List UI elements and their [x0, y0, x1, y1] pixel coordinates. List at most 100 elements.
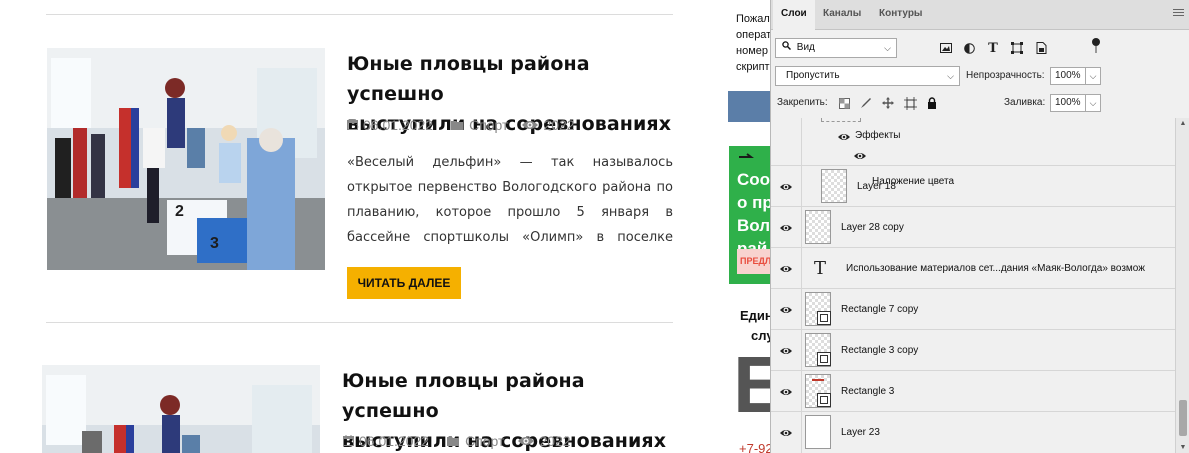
eye-icon[interactable]	[779, 221, 793, 235]
post-meta: 06.01.2022 Спорт 2022	[347, 117, 575, 133]
eye-icon[interactable]	[779, 344, 793, 358]
opacity-dropdown[interactable]: ⌵	[1085, 67, 1101, 85]
layer-row[interactable]: Layer 18	[771, 166, 1175, 207]
post-title-line[interactable]: Юные пловцы района успешно	[342, 366, 672, 426]
panel-menu-icon[interactable]	[1173, 9, 1184, 18]
post-image[interactable]: 3 2	[47, 48, 325, 270]
post-views: 2022	[543, 117, 575, 133]
fill-label: Заливка:	[1004, 97, 1046, 108]
calendar-icon	[343, 433, 354, 449]
sidebar-text-line: скрипт	[736, 61, 770, 73]
filter-type-icon[interactable]: T	[986, 41, 1000, 56]
layers-scrollbar[interactable]: ▲ ▼	[1175, 118, 1189, 453]
layer-name: Rectangle 3	[841, 386, 895, 397]
eye-icon[interactable]	[779, 303, 793, 317]
eye-icon[interactable]	[779, 385, 793, 399]
folder-icon	[447, 433, 460, 449]
lock-all-icon[interactable]	[925, 96, 939, 110]
fill-input[interactable]: 100%	[1050, 94, 1086, 112]
sidebar-text-line: номер	[736, 45, 768, 57]
layer-effects-row[interactable]: Эффекты	[771, 118, 1175, 145]
layer-filter-select[interactable]: Вид ⌵	[775, 38, 897, 58]
lock-pixels-icon[interactable]	[859, 96, 873, 110]
sidebar-blue-button[interactable]	[728, 91, 770, 122]
eye-icon	[522, 117, 539, 133]
post-category[interactable]: Спорт	[465, 433, 504, 449]
layer-name: Layer 28 copy	[841, 222, 904, 233]
folder-icon	[451, 117, 464, 133]
svg-text:2: 2	[175, 203, 184, 220]
top-divider	[46, 14, 673, 15]
scroll-up-icon[interactable]: ▲	[1176, 120, 1189, 127]
eye-icon[interactable]	[853, 149, 867, 163]
banner-line: Сооб	[737, 170, 770, 189]
text-layer-icon: T	[814, 258, 827, 279]
eye-icon[interactable]	[779, 180, 793, 194]
lock-label: Закрепить:	[777, 97, 828, 108]
read-more-button[interactable]: ЧИТАТЬ ДАЛЕЕ	[347, 267, 461, 299]
post-category[interactable]: Спорт	[469, 117, 508, 133]
layer-row[interactable]: Rectangle 3 copy	[771, 330, 1175, 371]
scrollbar-thumb[interactable]	[1179, 400, 1187, 436]
opacity-input[interactable]: 100%	[1050, 67, 1086, 85]
filter-pixel-icon[interactable]	[939, 41, 953, 55]
post-date: 06.01.2022	[363, 117, 434, 133]
fill-dropdown[interactable]: ⌵	[1085, 94, 1101, 112]
filter-kind-value: Вид	[796, 42, 815, 53]
layer-thumbnail	[805, 415, 831, 449]
tab-paths[interactable]: Контуры	[871, 0, 930, 30]
scroll-down-icon[interactable]: ▼	[1176, 444, 1189, 451]
layer-thumbnail	[805, 210, 831, 244]
vector-mask-icon	[817, 352, 831, 366]
post-image[interactable]	[42, 365, 320, 453]
svg-text:3: 3	[210, 235, 219, 252]
calendar-icon	[347, 117, 358, 133]
layer-row[interactable]: T Использование материалов сет...дания «…	[771, 248, 1175, 289]
layers-list: Эффекты Наложение цвета Layer 18 Layer 2…	[771, 118, 1175, 453]
layer-row[interactable]: Layer 23	[771, 412, 1175, 453]
vector-mask-icon	[817, 311, 831, 325]
chevron-down-icon: ⌵	[884, 43, 891, 53]
filter-toggle-switch[interactable]	[1092, 38, 1100, 54]
tab-layers[interactable]: Слои	[773, 0, 815, 31]
vector-mask-icon	[817, 393, 831, 407]
post-meta: 06.01.2022 Спорт 2022	[343, 433, 571, 449]
layer-row[interactable]: Rectangle 7 copy	[771, 289, 1175, 330]
layer-name: Rectangle 3 copy	[841, 345, 919, 356]
layers-panel: Слои Каналы Контуры Вид ⌵ T Пропустить ⌵…	[770, 0, 1189, 453]
layer-effect-row[interactable]: Наложение цвета	[771, 145, 1175, 187]
layer-thumbnail	[821, 169, 847, 203]
sidebar-big-letter: Е	[733, 345, 770, 420]
lock-artboard-icon[interactable]	[903, 96, 917, 110]
sidebar-text-line: операт	[736, 29, 770, 41]
filter-shape-icon[interactable]	[1010, 41, 1024, 55]
post-date: 06.01.2022	[359, 433, 430, 449]
blend-mode-value: Пропустить	[786, 70, 840, 81]
filter-smart-object-icon[interactable]	[1034, 41, 1048, 55]
chevron-down-icon: ⌵	[947, 71, 954, 81]
eye-icon[interactable]	[779, 262, 793, 276]
logo-icon	[739, 153, 754, 158]
eye-icon[interactable]	[779, 426, 793, 440]
post-title-line[interactable]: Юные пловцы района успешно	[347, 49, 677, 109]
sidebar-text-line: Пожал	[736, 13, 770, 25]
banner-tag: ПРЕДЛ	[737, 249, 770, 274]
layer-name: Эффекты	[855, 130, 901, 141]
sidebar-heading-line: слу	[751, 328, 770, 343]
lock-transparency-icon[interactable]	[837, 96, 851, 110]
layer-row[interactable]: Rectangle 3	[771, 371, 1175, 412]
tab-channels[interactable]: Каналы	[815, 0, 869, 30]
sidebar-phone[interactable]: +7-92	[739, 441, 770, 453]
sidebar-green-banner[interactable]: Сооб о пр Волс рай ПРЕДЛ	[729, 146, 770, 284]
eye-icon[interactable]	[837, 130, 851, 144]
layer-name: Использование материалов сет...дания «Ма…	[846, 263, 1145, 274]
banner-line: Волс	[737, 216, 770, 235]
layer-name: Rectangle 7 copy	[841, 304, 919, 315]
filter-adjustment-icon[interactable]	[962, 41, 976, 55]
lock-position-icon[interactable]	[881, 96, 895, 110]
layer-row[interactable]: Layer 28 copy	[771, 207, 1175, 248]
opacity-label: Непрозрачность:	[966, 70, 1045, 81]
post-divider	[46, 322, 673, 323]
blend-mode-select[interactable]: Пропустить ⌵	[775, 66, 960, 86]
panel-tabs: Слои Каналы Контуры	[771, 0, 1189, 31]
